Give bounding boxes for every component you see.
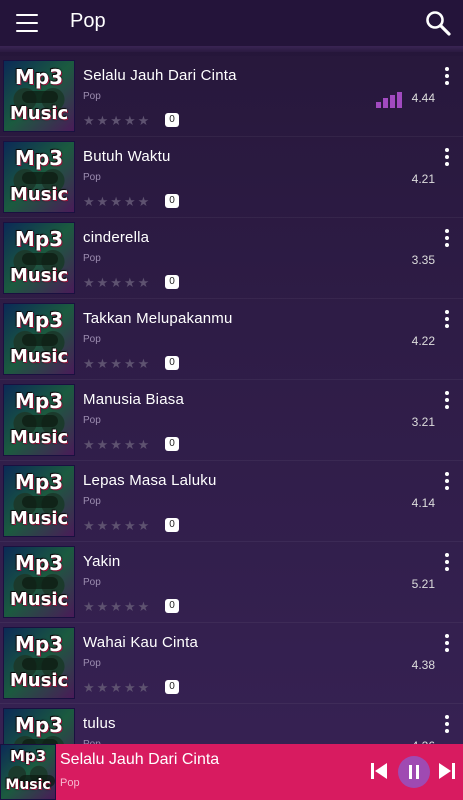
- song-row[interactable]: Mp3 Music Wahai Kau Cinta Pop ★★★★★ 0 4.…: [0, 623, 463, 704]
- album-art: Mp3 Music: [3, 60, 75, 132]
- song-duration: 5.21: [411, 577, 435, 591]
- album-art: Mp3 Music: [3, 708, 75, 746]
- song-duration: 4.21: [411, 172, 435, 186]
- song-title: tulus: [83, 715, 116, 732]
- rating-count-badge: 0: [165, 437, 179, 451]
- rating-count-badge: 0: [165, 113, 179, 127]
- song-genre: Pop: [83, 91, 101, 102]
- more-vert-icon[interactable]: [440, 67, 454, 87]
- song-title: Takkan Melupakanmu: [83, 310, 233, 327]
- song-row[interactable]: Mp3 Music Butuh Waktu Pop ★★★★★ 0 4.21: [0, 137, 463, 218]
- album-art: Mp3 Music: [3, 222, 75, 294]
- song-row[interactable]: Mp3 Music Takkan Melupakanmu Pop ★★★★★ 0…: [0, 299, 463, 380]
- rating-stars[interactable]: ★★★★★: [83, 518, 151, 534]
- rating-stars[interactable]: ★★★★★: [83, 437, 151, 453]
- rating-stars[interactable]: ★★★★★: [83, 680, 151, 696]
- song-duration: 3.35: [411, 253, 435, 267]
- more-vert-icon[interactable]: [440, 148, 454, 168]
- song-genre: Pop: [83, 577, 101, 588]
- song-genre: Pop: [83, 334, 101, 345]
- more-vert-icon[interactable]: [440, 472, 454, 492]
- song-row[interactable]: Mp3 Music Manusia Biasa Pop ★★★★★ 0 3.21: [0, 380, 463, 461]
- more-vert-icon[interactable]: [440, 715, 454, 735]
- more-vert-icon[interactable]: [440, 634, 454, 654]
- app-bar: Pop: [0, 0, 463, 46]
- song-title: Selalu Jauh Dari Cinta: [83, 67, 237, 84]
- song-row[interactable]: Mp3 Music tulus Pop ★★★★★ 0 4.26: [0, 704, 463, 746]
- song-row[interactable]: Mp3 Music Yakin Pop ★★★★★ 0 5.21: [0, 542, 463, 623]
- song-genre: Pop: [83, 658, 101, 669]
- album-art: Mp3 Music: [3, 384, 75, 456]
- pause-button[interactable]: [398, 756, 430, 788]
- song-duration: 4.44: [411, 91, 435, 105]
- album-art: Mp3 Music: [3, 465, 75, 537]
- song-duration: 4.14: [411, 496, 435, 510]
- song-list[interactable]: Mp3 Music Selalu Jauh Dari Cinta Pop ★★★…: [0, 56, 463, 746]
- now-playing-bar[interactable]: Mp3 Music Selalu Jauh Dari Cinta Pop: [0, 744, 463, 800]
- song-title: Wahai Kau Cinta: [83, 634, 199, 651]
- rating-stars[interactable]: ★★★★★: [83, 356, 151, 372]
- rating-stars[interactable]: ★★★★★: [83, 194, 151, 210]
- album-art: Mp3 Music: [3, 627, 75, 699]
- song-duration: 3.21: [411, 415, 435, 429]
- rating-count-badge: 0: [165, 194, 179, 208]
- more-vert-icon[interactable]: [440, 553, 454, 573]
- song-genre: Pop: [83, 172, 101, 183]
- page-title: Pop: [70, 10, 106, 32]
- song-row[interactable]: Mp3 Music Selalu Jauh Dari Cinta Pop ★★★…: [0, 56, 463, 137]
- pause-icon: [409, 765, 412, 779]
- rating-count-badge: 0: [165, 518, 179, 532]
- more-vert-icon[interactable]: [440, 310, 454, 330]
- song-genre: Pop: [83, 415, 101, 426]
- more-vert-icon[interactable]: [440, 391, 454, 411]
- song-title: Butuh Waktu: [83, 148, 171, 165]
- song-genre: Pop: [83, 496, 101, 507]
- rating-stars[interactable]: ★★★★★: [83, 113, 151, 129]
- rating-count-badge: 0: [165, 599, 179, 613]
- song-duration: 4.38: [411, 658, 435, 672]
- album-art: Mp3 Music: [3, 546, 75, 618]
- song-genre: Pop: [83, 253, 101, 264]
- rating-count-badge: 0: [165, 275, 179, 289]
- search-icon[interactable]: [424, 9, 452, 37]
- song-duration: 4.22: [411, 334, 435, 348]
- song-title: Yakin: [83, 553, 121, 570]
- song-row[interactable]: Mp3 Music cinderella Pop ★★★★★ 0 3.35: [0, 218, 463, 299]
- now-playing-genre: Pop: [60, 777, 80, 789]
- rating-count-badge: 0: [165, 356, 179, 370]
- song-title: Lepas Masa Laluku: [83, 472, 217, 489]
- skip-previous-icon[interactable]: [368, 760, 390, 782]
- album-art: Mp3 Music: [3, 303, 75, 375]
- song-row[interactable]: Mp3 Music Lepas Masa Laluku Pop ★★★★★ 0 …: [0, 461, 463, 542]
- skip-next-icon[interactable]: [436, 760, 458, 782]
- album-art: Mp3 Music: [3, 141, 75, 213]
- more-vert-icon[interactable]: [440, 229, 454, 249]
- song-title: Manusia Biasa: [83, 391, 184, 408]
- now-playing-album-art: Mp3 Music: [0, 744, 56, 800]
- rating-stars[interactable]: ★★★★★: [83, 599, 151, 615]
- equalizer-icon: [376, 92, 402, 108]
- song-title: cinderella: [83, 229, 150, 246]
- rating-stars[interactable]: ★★★★★: [83, 275, 151, 291]
- now-playing-title: Selalu Jauh Dari Cinta: [60, 751, 220, 768]
- header-divider: [0, 46, 463, 52]
- menu-icon[interactable]: [16, 14, 38, 32]
- rating-count-badge: 0: [165, 680, 179, 694]
